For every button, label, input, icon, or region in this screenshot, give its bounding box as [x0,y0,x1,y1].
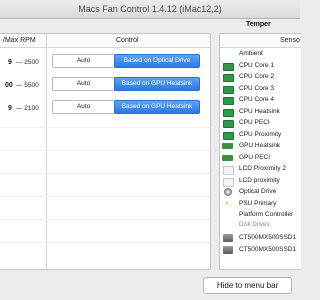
lcd-icon [223,166,234,175]
power-plug-icon: ⚡ [224,198,230,208]
sensor-row[interactable]: Platform Controller [220,210,301,222]
window-title: Macs Fan Control 1.4.12 (iMac12,2) [78,4,222,14]
cpu-chip-icon [223,108,234,117]
sensor-name: LCD proximity [239,176,280,184]
sensor-row[interactable]: ⚡ PSU Primary [220,199,301,211]
cpu-chip-icon [223,131,234,140]
sensor-name: Optical Drive [239,188,277,195]
fan-row: 9 — 2100 Auto Based on GPU Heatsink [0,100,210,122]
cpu-chip-icon [223,74,234,82]
tab-temperature[interactable]: Temper [246,21,271,28]
auto-button[interactable]: Auto [52,54,115,68]
sensor-row[interactable]: LCD Proximity 2 [220,164,301,176]
hard-disk-icon [223,246,233,254]
disk-row[interactable]: CT500MX500SSD1 [220,233,301,245]
cpu-chip-icon [223,120,234,128]
sensors-list: Senso Ambient CPU Core 1 CPU Core 2 CPU … [219,33,301,270]
sensor-row[interactable]: GPU Heatsink [220,141,301,153]
sensor-row[interactable]: CPU PECI [220,118,301,130]
sensors-header: Senso [220,34,301,48]
sensor-name: GPU PECI [239,153,271,161]
sensor-row[interactable]: Ambient [220,49,301,61]
row-separator [0,242,210,243]
fan-current-rpm: 9 [8,105,12,112]
disk-drives-label: Disk Drives: [239,222,272,228]
row-separator [0,196,210,197]
sensor-name: LCD Proximity 2 [239,165,286,172]
fan-current-rpm: 00 [5,82,13,89]
fans-table-header: /Max RPM Control [0,34,210,48]
sensor-name: CPU PECI [239,119,270,126]
sensor-row[interactable]: CPU Core 3 [220,84,301,96]
sensor-row[interactable]: CPU Heatsink [220,107,301,119]
disk-row[interactable]: CT500MX500SSD1 [220,245,301,257]
sensor-row[interactable]: GPU PECI [220,153,301,165]
sensor-based-button[interactable]: Based on GPU Heatsink [114,77,200,91]
disk-name: CT500MX500SSD1 [239,246,297,253]
column-divider [46,34,47,47]
column-header-control: Control [116,37,139,44]
disk-name: CT500MX500SSD1 [239,234,297,241]
row-separator [0,219,210,220]
optical-disc-icon [224,188,232,196]
sensor-name: CPU Heatsink [239,107,280,115]
sensor-name: CPU Core 2 [239,73,275,80]
sensor-row[interactable]: CPU Core 1 [220,61,301,73]
sensor-based-button[interactable]: Based on Optical Drive [114,54,200,68]
column-header-sensors: Senso [280,37,300,44]
sensor-row[interactable]: CPU Proximity [220,130,301,142]
gpu-card-icon [222,154,233,161]
hide-to-menu-bar-button[interactable]: Hide to menu bar [203,277,292,294]
cpu-chip-icon [223,97,234,105]
row-separator [0,127,210,128]
sensor-name: CPU Core 1 [239,61,275,69]
fan-row: 9 — 2500 Auto Based on Optical Drive [0,54,210,76]
column-divider [46,48,47,269]
row-separator [0,173,210,174]
fan-max-rpm: — 5500 [16,82,39,89]
sensor-name: Platform Controller [239,211,294,218]
sensor-name: PSU Primary [239,199,277,207]
auto-button[interactable]: Auto [52,100,115,114]
auto-button[interactable]: Auto [52,77,115,91]
sensor-name: CPU Core 3 [239,84,275,92]
sensor-name: Ambient [239,50,263,57]
fan-row: 00 — 5500 Auto Based on GPU Heatsink [0,77,210,99]
sensor-row[interactable]: CPU Core 4 [220,95,301,107]
row-separator [0,150,210,151]
sensor-row[interactable]: Optical Drive [220,187,301,199]
cpu-chip-icon [223,62,234,71]
column-header-rpm: /Max RPM [3,37,36,44]
fan-max-rpm: — 2500 [16,59,39,66]
title-bar: Macs Fan Control 1.4.12 (iMac12,2) [0,0,300,19]
sensor-based-button[interactable]: Based on GPU Heatsink [114,100,200,114]
fan-max-rpm: — 2100 [16,105,39,112]
sensor-name: GPU Heatsink [239,142,281,149]
fan-current-rpm: 9 [8,59,12,66]
lcd-icon [223,177,234,187]
fans-table: /Max RPM Control 9 — 2500 Auto Based on … [0,33,211,270]
gpu-card-icon [222,143,233,149]
sensor-name: CPU Proximity [239,130,282,138]
sensor-name: CPU Core 4 [239,96,275,103]
sensor-row[interactable]: LCD proximity [220,176,301,188]
cpu-chip-icon [223,85,234,94]
sensor-row[interactable]: CPU Core 2 [220,72,301,84]
hard-disk-icon [223,234,233,242]
